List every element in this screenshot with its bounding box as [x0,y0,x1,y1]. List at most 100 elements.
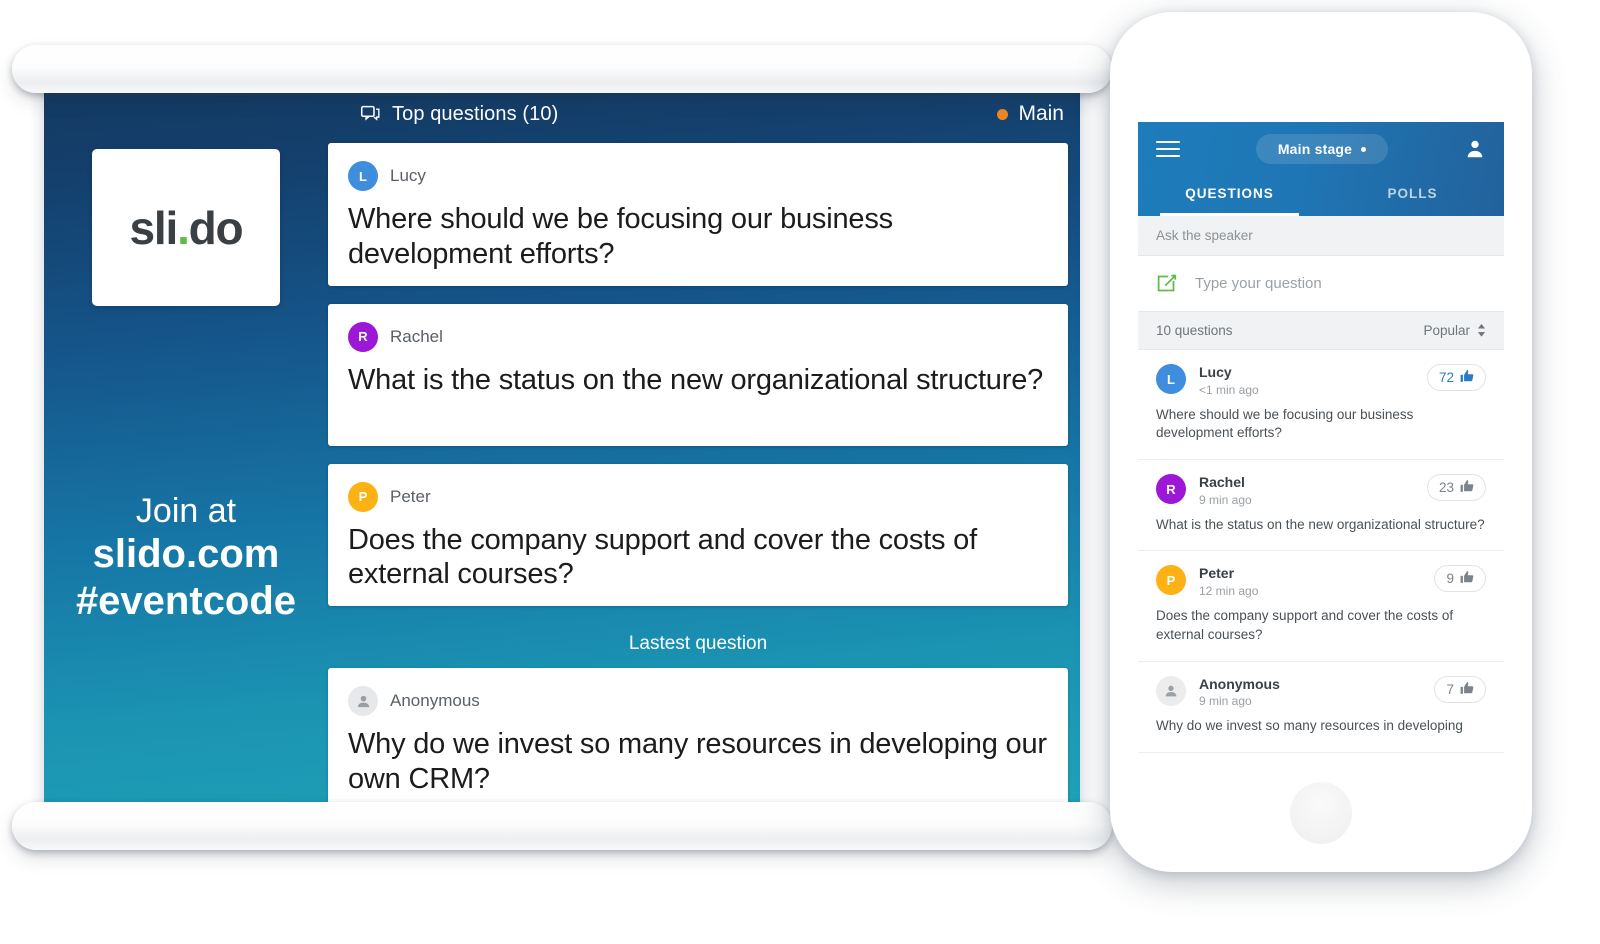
sort-selector[interactable]: Popular [1423,323,1486,338]
ask-the-speaker-label: Ask the speaker [1138,216,1504,256]
question-author: Lucy [1199,364,1232,380]
thumbs-up-icon [1460,570,1474,587]
thumbs-up-icon [1460,369,1474,386]
list-item[interactable]: R Rachel 9 min ago 23 What is the status… [1138,460,1504,552]
question-text: Why do we invest so many resources in de… [348,728,1047,795]
avatar: R [1156,474,1186,505]
thumbs-up-icon [1460,479,1474,496]
question-timestamp: 9 min ago [1199,694,1252,709]
question-list-header: 10 questions Popular [1138,311,1504,350]
question-card: P Peter Does the company support and cov… [328,463,1068,607]
question-author: Rachel [1199,474,1245,491]
slido-logo-part1: sli [129,201,179,254]
upvote-count: 9 [1446,571,1454,587]
presentation-question-column: L Lucy Where should we be focusing our b… [328,143,1080,815]
upvote-button[interactable]: 9 [1434,565,1486,593]
tab-polls[interactable]: POLLS [1321,176,1504,216]
question-text: Why do we invest so many resources in de… [1156,718,1463,734]
compose-pencil-icon [1156,273,1177,294]
list-item-header: Anonymous 9 min ago 7 [1156,675,1486,709]
projector-screen: Top questions (10) Main sli.do Join at s… [12,45,1112,850]
question-timestamp: 9 min ago [1199,492,1252,507]
phone-tabs: QUESTIONS POLLS [1138,176,1504,216]
latest-question-card: Anonymous Why do we invest so many resou… [328,668,1068,815]
person-icon[interactable] [1464,138,1486,160]
question-count-label: 10 questions [1156,323,1233,338]
tab-questions[interactable]: QUESTIONS [1138,176,1321,216]
upvote-button[interactable]: 7 [1434,675,1486,703]
upvote-count: 7 [1446,681,1454,697]
phone-topbar: Main stage [1138,122,1504,176]
screenshot-root: Top questions (10) Main sli.do Join at s… [0,0,1600,944]
question-card-meta: Anonymous [348,686,1048,717]
sort-updown-icon [1477,324,1486,337]
compose-question-row[interactable]: Type your question [1138,256,1504,311]
stage-selector-button[interactable]: Main stage [1255,134,1389,164]
question-card-meta: R Rachel [348,321,1048,352]
speech-bubble-icon [360,104,381,125]
list-item-author-block: Lucy <1 min ago [1199,364,1414,397]
question-author: Peter [1199,565,1235,582]
upvote-button[interactable]: 23 [1426,474,1486,502]
chevron-down-icon [1361,146,1367,152]
presentation-canvas: Top questions (10) Main sli.do Join at s… [44,85,1080,815]
upvote-count: 72 [1438,370,1454,385]
slido-logo-card: sli.do [92,149,280,306]
phone-screen: Main stage QUESTIONS POLLS Ask the speak… [1138,122,1504,780]
projector-frame-left [30,81,44,816]
phone-home-button[interactable] [1290,782,1352,844]
avatar: L [348,161,378,191]
question-timestamp: <1 min ago [1199,382,1259,397]
phone-question-list[interactable]: L Lucy <1 min ago 72 Where should we be … [1138,350,1504,780]
latest-question-divider: Lastest question [628,633,768,655]
stage-status: Main [997,102,1064,126]
question-card: R Rachel What is the status on the new o… [328,303,1068,446]
list-item-header: R Rachel 9 min ago 23 [1156,474,1486,507]
avatar: P [1156,565,1186,596]
question-text: Where should we be focusing our business… [1156,406,1414,441]
list-item[interactable]: P Peter 12 min ago 9 Does the company su… [1138,551,1504,662]
presentation-sidebar: sli.do Join at slido.com #eventcode [44,143,328,815]
slido-logo-part2: do [188,201,244,254]
question-author: Anonymous [390,691,480,711]
sort-label: Popular [1423,323,1470,338]
status-dot-icon [997,108,1009,120]
anonymous-avatar-icon [348,686,378,717]
projector-casing-top [12,45,1112,93]
question-author: Rachel [390,326,443,346]
list-item-author-block: Anonymous 9 min ago [1199,676,1421,709]
join-instructions: Join at slido.com #eventcode [44,491,328,625]
hamburger-menu-icon[interactable] [1156,140,1180,158]
anonymous-avatar-icon [1156,675,1186,706]
avatar: P [348,481,378,512]
upvote-count: 23 [1438,480,1454,496]
list-item[interactable]: L Lucy <1 min ago 72 Where should we be … [1138,350,1504,461]
stage-status-label: Main [1018,102,1064,125]
projector-casing-bottom [12,802,1112,850]
question-author: Anonymous [1199,675,1280,692]
question-text: Does the company support and cover the c… [348,523,977,591]
stage-selector-label: Main stage [1277,141,1353,157]
thumbs-up-icon [1460,681,1474,698]
top-questions-heading: Top questions (10) [360,103,558,126]
phone-mockup: Main stage QUESTIONS POLLS Ask the speak… [1110,12,1532,872]
question-timestamp: 12 min ago [1199,584,1259,599]
question-card: L Lucy Where should we be focusing our b… [328,143,1068,286]
upvote-button[interactable]: 72 [1426,364,1486,391]
list-item-author-block: Peter 12 min ago [1199,565,1421,598]
question-card-meta: P Peter [348,481,1048,512]
question-author: Lucy [390,166,426,185]
presentation-header: Top questions (10) Main [44,85,1080,143]
question-author: Peter [390,486,431,506]
list-item-header: L Lucy <1 min ago 72 [1156,364,1486,397]
question-input-placeholder: Type your question [1195,275,1322,292]
avatar: L [1156,364,1186,394]
join-line-2: slido.com [92,532,280,577]
question-card-meta: L Lucy [348,161,1048,191]
join-line-1: Join at [135,492,237,530]
question-text: Does the company support and cover the c… [1156,608,1454,642]
avatar: R [348,321,378,352]
list-item[interactable]: Anonymous 9 min ago 7 Why do we invest s… [1138,662,1504,753]
list-item-header: P Peter 12 min ago 9 [1156,565,1486,598]
projector-frame-right [1080,81,1094,816]
